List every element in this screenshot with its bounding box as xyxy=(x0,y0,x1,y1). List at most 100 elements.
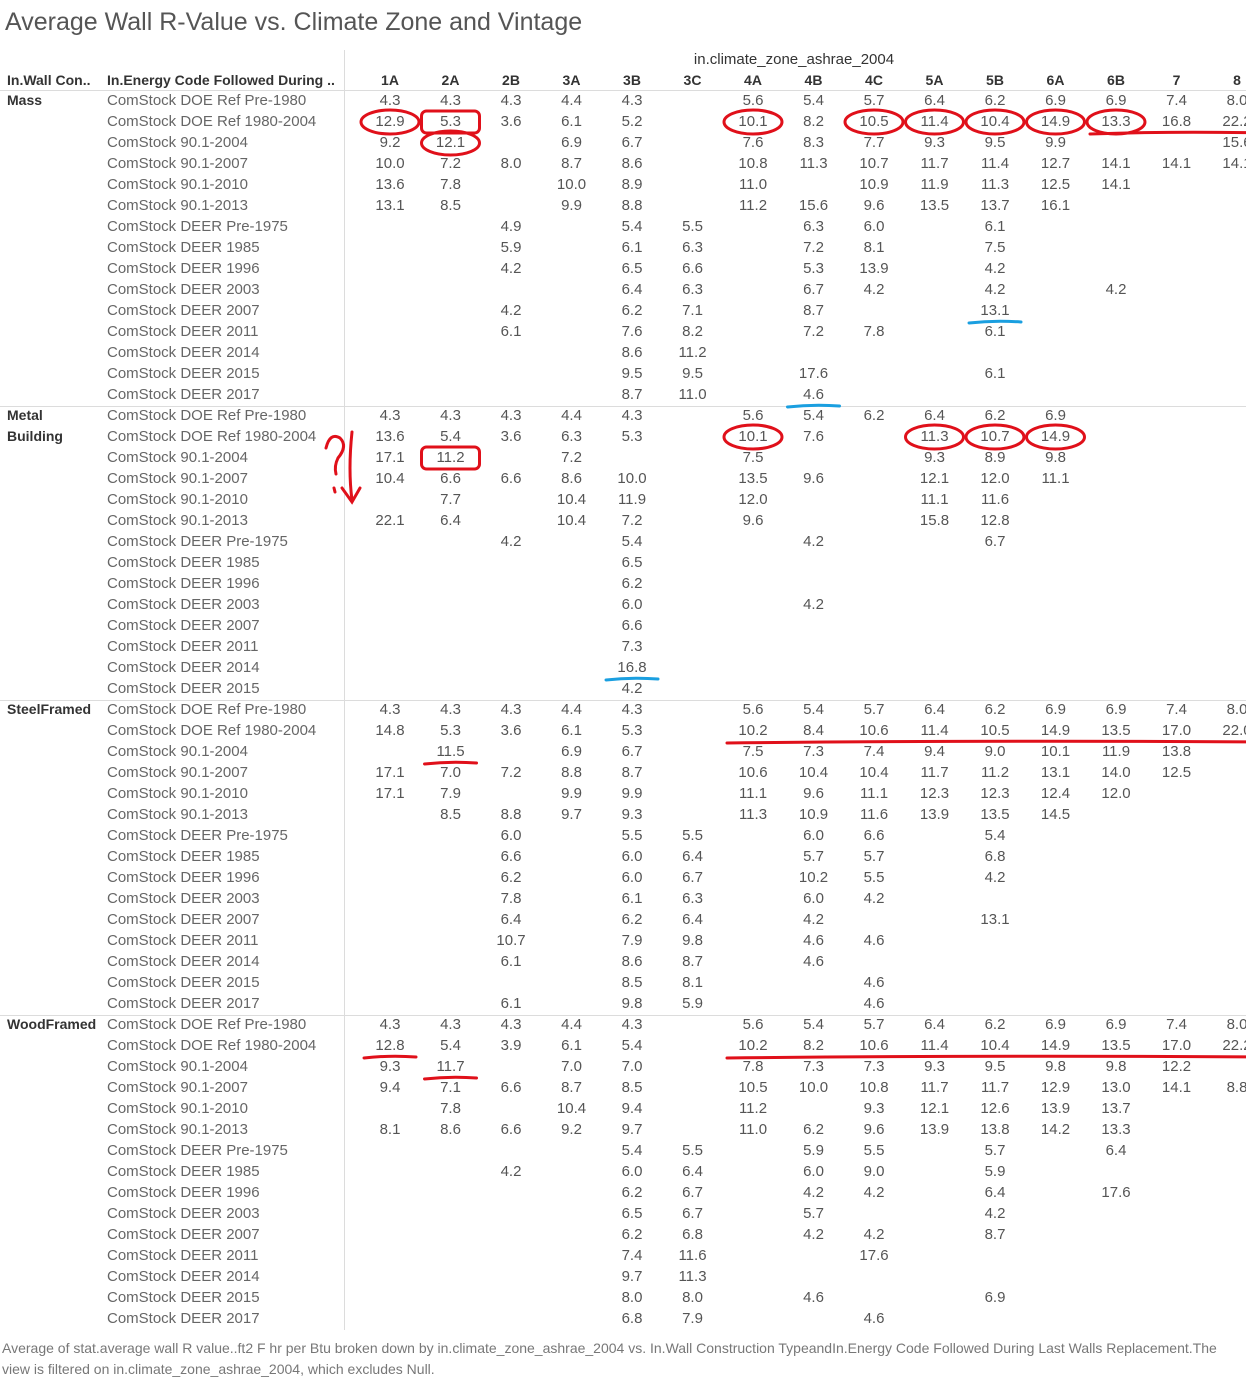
cell-3C: 6.6 xyxy=(682,260,703,277)
cell-3C: 5.5 xyxy=(682,1142,703,1159)
cell-3C: 11.2 xyxy=(678,344,707,361)
cell-3B: 8.5 xyxy=(621,974,643,991)
cell-3B: 9.8 xyxy=(621,995,643,1012)
cell-3B: 7.4 xyxy=(621,1247,643,1264)
row-label: ComStock DEER 1985 xyxy=(107,554,260,571)
cell-5B: 4.2 xyxy=(984,260,1006,277)
cell-5B: 9.5 xyxy=(984,134,1006,151)
cell-7: 13.8 xyxy=(1161,743,1192,760)
cell-2A: 8.6 xyxy=(440,1121,461,1138)
cell-3B: 8.6 xyxy=(621,953,643,970)
cell-4B: 4.2 xyxy=(803,596,824,613)
cell-6A: 13.9 xyxy=(1040,1100,1071,1117)
cell-2B: 7.2 xyxy=(500,764,522,781)
cell-2A: 11.7 xyxy=(436,1058,465,1075)
cell-3C: 8.7 xyxy=(682,953,703,970)
cell-4A: 11.2 xyxy=(738,197,768,214)
row-label: ComStock DEER Pre-1975 xyxy=(107,827,288,844)
cell-4C: 5.5 xyxy=(863,1142,885,1159)
cell-3B: 8.9 xyxy=(621,176,643,193)
cell-4B: 4.2 xyxy=(803,1226,824,1243)
cell-8: 22.2 xyxy=(1222,1037,1246,1054)
cell-4C: 5.7 xyxy=(863,848,885,865)
cell-3B: 9.3 xyxy=(621,806,643,823)
cell-1A: 9.4 xyxy=(379,1079,401,1096)
cell-6A: 12.9 xyxy=(1040,1079,1071,1096)
cell-2A: 7.0 xyxy=(440,764,461,781)
cell-2A: 5.3 xyxy=(440,722,461,739)
cell-4C: 10.7 xyxy=(859,155,889,172)
cell-6B: 11.9 xyxy=(1101,743,1131,760)
group-label-mass: Mass xyxy=(7,92,43,108)
cell-6B: 13.5 xyxy=(1101,1037,1131,1054)
cell-3C: 6.7 xyxy=(682,1205,703,1222)
cell-6B: 14.0 xyxy=(1101,764,1131,781)
cell-5A: 11.7 xyxy=(920,764,949,781)
row-label: ComStock DEER 2007 xyxy=(107,617,260,634)
cell-3C: 6.3 xyxy=(682,239,703,256)
row-label: ComStock DEER 1996 xyxy=(107,575,260,592)
cell-3B: 5.4 xyxy=(621,218,643,235)
cell-2A: 5.3 xyxy=(440,113,461,130)
cell-4A: 10.6 xyxy=(738,764,768,781)
cell-4B: 4.6 xyxy=(803,386,824,403)
cell-4C: 4.6 xyxy=(863,995,885,1012)
cell-4B: 5.9 xyxy=(803,1142,824,1159)
cell-2A: 6.4 xyxy=(440,512,461,529)
cell-6A: 10.1 xyxy=(1040,743,1071,760)
cell-1A: 17.1 xyxy=(375,764,405,781)
cell-5A: 11.7 xyxy=(920,155,949,172)
cell-6A: 6.9 xyxy=(1045,1016,1066,1033)
cell-5B: 6.2 xyxy=(984,407,1006,424)
cell-3C: 5.5 xyxy=(682,218,703,235)
cell-5B: 11.3 xyxy=(980,176,1010,193)
cell-3C: 5.5 xyxy=(682,827,703,844)
cell-4C: 4.2 xyxy=(863,1226,885,1243)
cell-2B: 3.6 xyxy=(500,113,522,130)
cell-5B: 10.4 xyxy=(980,1037,1010,1054)
cell-3C: 6.3 xyxy=(682,281,703,298)
row-label: ComStock 90.1-2013 xyxy=(107,1121,248,1138)
cell-3B: 9.7 xyxy=(621,1121,643,1138)
cell-6A: 14.9 xyxy=(1040,113,1071,130)
row-label: ComStock 90.1-2004 xyxy=(107,743,248,760)
cell-5B: 5.7 xyxy=(984,1142,1006,1159)
cell-5B: 6.2 xyxy=(984,701,1006,718)
cell-3B: 7.0 xyxy=(621,1058,643,1075)
cell-3B: 6.8 xyxy=(621,1310,643,1327)
row-label: ComStock DEER 2014 xyxy=(107,344,260,361)
cell-1A: 9.3 xyxy=(379,1058,401,1075)
row-label: ComStock DEER 2011 xyxy=(107,323,259,340)
cell-4B: 4.6 xyxy=(803,932,824,949)
cell-3B: 8.6 xyxy=(621,155,643,172)
cell-3C: 8.0 xyxy=(682,1289,703,1306)
cell-4B: 8.2 xyxy=(803,113,824,130)
data-table: Mass ComStock DOE Ref Pre-1980 4.3 4.3 4.3 4.… xyxy=(0,0,1246,1335)
cell-4C: 11.6 xyxy=(859,806,889,823)
cell-2B: 6.1 xyxy=(500,323,522,340)
cell-3C: 8.2 xyxy=(682,323,703,340)
cell-2B: 4.3 xyxy=(500,92,522,109)
cell-4A: 7.5 xyxy=(742,743,764,760)
cell-4C: 13.9 xyxy=(859,260,889,277)
cell-6B: 9.8 xyxy=(1105,1058,1127,1075)
cell-5A: 11.4 xyxy=(920,722,949,739)
cell-6B: 12.0 xyxy=(1101,785,1131,802)
cell-6B: 6.9 xyxy=(1105,92,1127,109)
cell-3B: 9.5 xyxy=(621,365,643,382)
row-label: ComStock DEER 2003 xyxy=(107,596,260,613)
cell-3A: 9.7 xyxy=(561,806,582,823)
cell-4C: 7.7 xyxy=(863,134,885,151)
row-header-divider xyxy=(344,50,345,1330)
cell-3B: 6.7 xyxy=(621,134,643,151)
cell-4B: 11.3 xyxy=(799,155,828,172)
row-label: ComStock DEER 2007 xyxy=(107,302,260,319)
cell-5A: 11.1 xyxy=(920,491,949,508)
cell-3B: 4.2 xyxy=(621,680,643,697)
cell-5B: 13.5 xyxy=(980,806,1010,823)
cell-2B: 8.8 xyxy=(500,806,522,823)
row-label: ComStock DEER 2011 xyxy=(107,1247,259,1264)
cell-3B: 8.8 xyxy=(621,197,643,214)
row-label: ComStock DEER 1996 xyxy=(107,1184,260,1201)
row-label: ComStock 90.1-2013 xyxy=(107,512,248,529)
